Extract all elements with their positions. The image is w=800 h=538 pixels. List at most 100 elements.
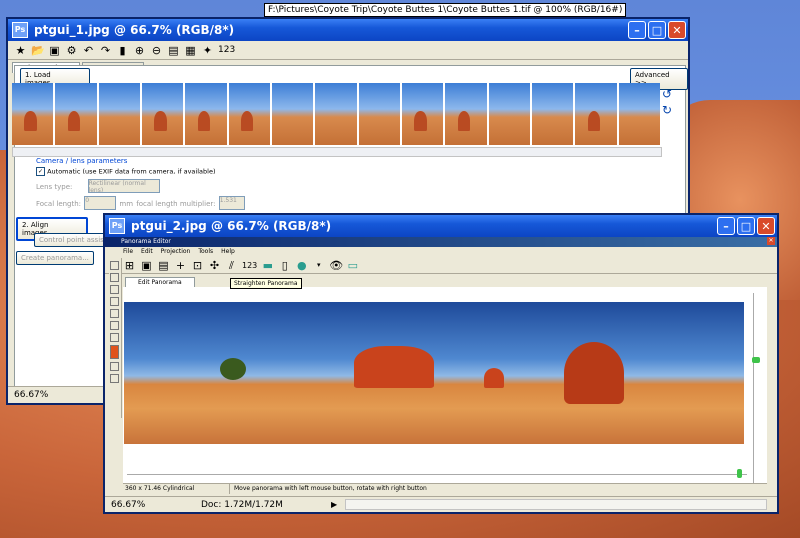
vertical-lines-icon[interactable]: ⫽ <box>225 259 238 272</box>
editor-menu-bar: File Edit Projection Tools Help <box>105 247 777 257</box>
image-thumbnail[interactable] <box>315 83 357 145</box>
image-thumbnail[interactable] <box>271 83 314 145</box>
grid-icon[interactable]: ▦ <box>184 44 197 57</box>
image-thumbnail[interactable] <box>185 83 227 145</box>
document-icon[interactable]: ▯ <box>278 259 291 272</box>
close-button[interactable]: ✕ <box>668 21 686 39</box>
color-swatch[interactable] <box>110 345 119 359</box>
editor-tab-row: Edit Panorama <box>105 276 777 287</box>
image-thumbnail[interactable] <box>531 83 574 145</box>
open-icon[interactable]: 📂 <box>31 44 45 57</box>
dropdown-arrow-icon[interactable]: ▾ <box>312 259 325 272</box>
zoom-in-icon[interactable]: ⊕ <box>133 44 146 57</box>
panorama-editor-titlebar[interactable]: Panorama Editor ✕ <box>105 237 777 247</box>
multiplier-input[interactable]: 1.531 <box>218 196 245 210</box>
select-tool-icon[interactable]: ⊞ <box>123 259 136 272</box>
minimize-button[interactable]: – <box>717 217 735 235</box>
focal-length-input[interactable]: 0 <box>84 196 117 210</box>
image-thumbnail[interactable] <box>618 83 660 145</box>
pano-rock-small <box>484 368 504 388</box>
window1-status-bar: 66.67% <box>8 386 108 403</box>
panorama-editor-title: Panorama Editor <box>121 238 171 245</box>
projection-info: 360 x 71.46 Cylindrical <box>123 484 230 494</box>
panorama-preview[interactable] <box>124 302 744 444</box>
lightbulb-icon[interactable]: ✦ <box>201 44 214 57</box>
save-icon[interactable]: ▣ <box>48 44 61 57</box>
window2-titlebar[interactable]: Ps ptgui_2.jpg @ 66.7% (RGB/8*) – □ ✕ <box>105 215 777 237</box>
thumbnail-scrollbar[interactable] <box>12 147 662 157</box>
redo-icon[interactable]: ↷ <box>99 44 112 57</box>
rotate-ccw-icon[interactable]: ↺ <box>662 87 672 101</box>
image-thumbnail[interactable] <box>141 83 184 145</box>
pano-tree <box>220 358 246 380</box>
lens-type-select[interactable]: Rectilinear (normal lens) <box>87 179 160 194</box>
bars-icon[interactable]: ▮ <box>116 44 129 57</box>
globe-icon[interactable]: ● <box>295 259 308 272</box>
new-project-icon[interactable]: ★ <box>14 44 27 57</box>
status-scrollbar[interactable] <box>345 499 768 510</box>
center-icon[interactable]: ⊡ <box>191 259 204 272</box>
export-icon[interactable]: ▭ <box>346 259 359 272</box>
image-thumbnail[interactable] <box>401 83 444 145</box>
tool-icon[interactable] <box>110 285 119 294</box>
rotate-cw-icon[interactable]: ↻ <box>662 103 672 117</box>
settings-icon[interactable]: ⚙ <box>65 44 78 57</box>
zoom-out-icon[interactable]: ⊖ <box>150 44 163 57</box>
tool-icon[interactable] <box>110 374 119 383</box>
status-arrow-icon[interactable]: ▶ <box>331 500 337 509</box>
vertical-slider-thumb[interactable] <box>752 357 760 363</box>
photoshop-tool-sidebar <box>109 258 122 418</box>
window2-title: ptgui_2.jpg @ 66.7% (RGB/8*) <box>131 219 332 233</box>
horizontal-slider-thumb[interactable] <box>737 469 742 478</box>
menu-tools[interactable]: Tools <box>198 247 213 257</box>
vertical-slider[interactable] <box>752 293 760 483</box>
menu-file[interactable]: File <box>123 247 133 257</box>
menu-projection[interactable]: Projection <box>161 247 191 257</box>
tab-edit-panorama[interactable]: Edit Panorama <box>125 277 195 287</box>
tool-icon[interactable] <box>110 273 119 282</box>
fit-icon[interactable]: ▣ <box>140 259 153 272</box>
menu-help[interactable]: Help <box>221 247 235 257</box>
crosshair-icon[interactable]: + <box>174 259 187 272</box>
image-thumbnail[interactable] <box>228 83 270 145</box>
editor-toolbar: ⊞ ▣ ▤ + ⊡ ✣ ⫽ 123 ▬ ▯ ● ▾ 👁 ▭ <box>105 257 777 274</box>
image-thumbnail[interactable] <box>445 83 487 145</box>
straighten-icon[interactable]: ✣ <box>208 259 221 272</box>
maximize-button[interactable]: □ <box>648 21 666 39</box>
tool-icon[interactable] <box>110 297 119 306</box>
create-panorama-button[interactable]: Create panorama... <box>16 251 94 265</box>
image-thumbnail[interactable] <box>12 83 54 145</box>
minimize-button[interactable]: – <box>628 21 646 39</box>
image-thumbnail[interactable] <box>575 83 617 145</box>
maximize-button[interactable]: □ <box>737 217 755 235</box>
editor-numbers-toggle[interactable]: 123 <box>242 261 257 270</box>
tool-icon[interactable] <box>110 333 119 342</box>
editor-close-icon[interactable]: ✕ <box>767 237 775 245</box>
preview-icon[interactable]: ▤ <box>157 259 170 272</box>
window1-titlebar[interactable]: Ps ptgui_1.jpg @ 66.7% (RGB/8*) – □ ✕ <box>8 19 688 41</box>
pano-rock-formation <box>354 346 434 388</box>
panorama-editor-icon[interactable]: ▤ <box>167 44 180 57</box>
image-thumbnail[interactable] <box>488 83 530 145</box>
menu-edit[interactable]: Edit <box>141 247 153 257</box>
numbers-toggle[interactable]: 123 <box>218 45 235 55</box>
image-thumbnail[interactable] <box>55 83 97 145</box>
tool-icon[interactable] <box>110 309 119 318</box>
window1-zoom[interactable]: 66.67% <box>8 390 48 400</box>
auto-checkbox[interactable]: ✓ <box>36 167 45 176</box>
eye-icon[interactable]: 👁 <box>329 259 343 272</box>
image-icon[interactable]: ▬ <box>261 259 274 272</box>
doc-info: Doc: 1.72M/1.72M <box>201 499 283 510</box>
tool-icon[interactable] <box>110 362 119 371</box>
image-thumbnail[interactable] <box>98 83 140 145</box>
tool-icon[interactable] <box>110 261 119 270</box>
focal-length-label: Focal length: <box>36 200 82 208</box>
close-button[interactable]: ✕ <box>757 217 775 235</box>
window2-zoom[interactable]: 66.67% <box>105 500 161 510</box>
horizontal-slider[interactable] <box>127 469 747 479</box>
window1-title: ptgui_1.jpg @ 66.7% (RGB/8*) <box>34 23 235 37</box>
image-thumbnail[interactable] <box>358 83 400 145</box>
tool-icon[interactable] <box>110 321 119 330</box>
undo-icon[interactable]: ↶ <box>82 44 95 57</box>
lens-type-label: Lens type: <box>36 183 73 191</box>
